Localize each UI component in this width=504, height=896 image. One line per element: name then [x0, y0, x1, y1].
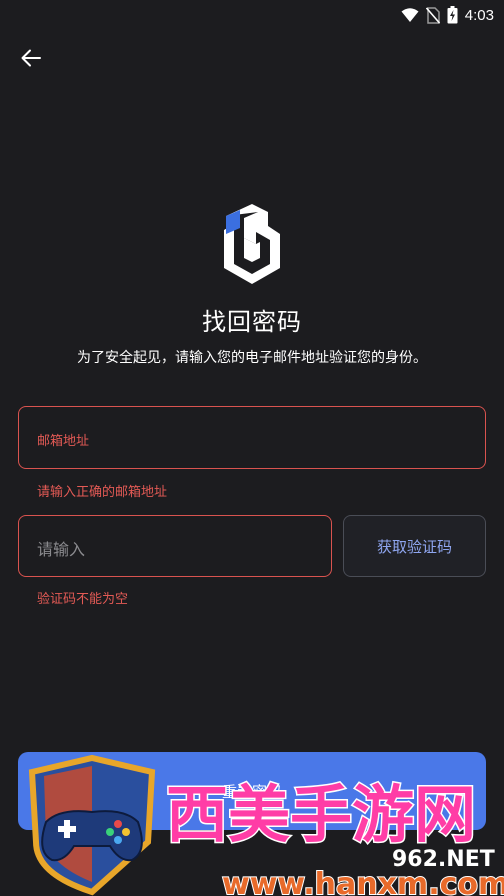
verification-code-placeholder: 请输入 — [37, 540, 86, 559]
no-sim-icon — [425, 6, 440, 24]
code-error-message: 验证码不能为空 — [37, 592, 129, 607]
wifi-icon — [401, 8, 419, 22]
get-code-button[interactable]: 获取验证码 — [343, 515, 486, 577]
arrow-left-icon — [21, 49, 41, 67]
svg-text:www.hanxm.com: www.hanxm.com — [222, 867, 504, 896]
watermark-logo: 西美手游网 962.NET www.hanxm.com — [28, 754, 504, 896]
status-bar: 4:03 — [0, 0, 504, 30]
status-time: 4:03 — [464, 6, 494, 24]
page-title: 找回密码 — [202, 308, 302, 336]
email-error-message: 请输入正确的邮箱地址 — [37, 485, 168, 500]
page-subtitle: 为了安全起见，请输入您的电子邮件地址验证您的身份。 — [77, 350, 427, 366]
back-button[interactable] — [14, 42, 48, 74]
battery-charging-icon — [447, 6, 458, 24]
svg-text:西美手游网: 西美手游网 — [166, 778, 476, 851]
app-logo-b-icon — [224, 204, 280, 284]
email-field-label: 邮箱地址 — [37, 434, 90, 449]
